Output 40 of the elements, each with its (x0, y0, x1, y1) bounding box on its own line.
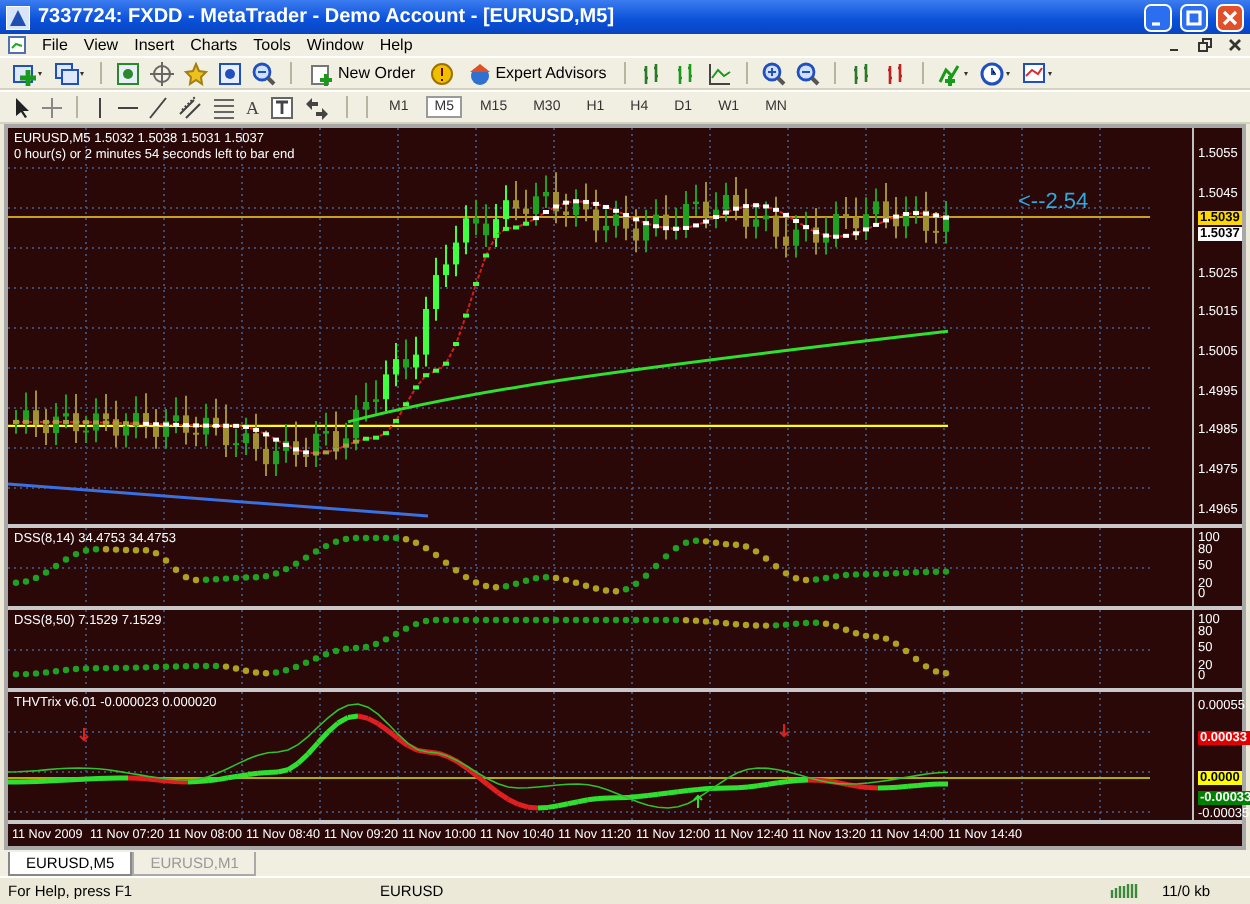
menu-item[interactable]: Help (379, 36, 413, 55)
template-icon[interactable] (1022, 61, 1055, 86)
menu-item[interactable]: Tools (253, 36, 291, 55)
window-title: 7337724: FXDD - MetaTrader - Demo Account - [EURUSD,M5] (38, 6, 617, 29)
channel-icon[interactable] (178, 95, 202, 120)
new-order-button[interactable]: New Order (306, 60, 420, 87)
crosshair-icon[interactable] (150, 61, 174, 86)
down-arrow-icon (779, 723, 789, 739)
cursor-icon[interactable] (12, 95, 32, 120)
maximize-button[interactable] (1180, 3, 1208, 32)
menu-item[interactable]: Window (306, 36, 364, 55)
minimize-button[interactable] (1144, 3, 1172, 32)
line-chart-icon[interactable] (708, 61, 733, 86)
menu-item[interactable]: File (42, 36, 68, 55)
alert-icon[interactable] (429, 61, 454, 86)
restore-icon[interactable] (1198, 38, 1212, 53)
label-icon[interactable] (269, 95, 293, 120)
menu-item[interactable]: Insert (134, 36, 175, 55)
chart-annotation: <--2.54 (1018, 189, 1089, 214)
windows-icon[interactable] (54, 61, 86, 86)
fibonacci-icon[interactable] (212, 95, 236, 120)
zoom-out-icon[interactable] (796, 61, 821, 86)
close-button[interactable] (1216, 3, 1244, 32)
zoom-in-icon[interactable] (762, 61, 787, 86)
text-tool[interactable]: A (246, 97, 259, 118)
connection-bars-icon (1110, 882, 1138, 899)
clock-icon[interactable] (980, 61, 1013, 86)
close-icon[interactable] (1228, 38, 1242, 53)
app-icon (6, 5, 30, 30)
arrows-icon[interactable] (303, 95, 331, 120)
add-indicator-icon[interactable] (938, 61, 971, 86)
trendline-icon[interactable] (148, 95, 168, 120)
order-icon[interactable] (310, 61, 334, 86)
new-chart-icon[interactable] (12, 61, 44, 86)
down-arrow-icon (79, 727, 89, 743)
menu-item[interactable]: View (83, 36, 119, 55)
menu-item[interactable]: Charts (190, 36, 238, 55)
crosshair-icon[interactable] (42, 95, 62, 120)
expert-advisors-button[interactable]: Expert Advisors (463, 60, 611, 87)
up-arrow-icon (693, 795, 703, 810)
